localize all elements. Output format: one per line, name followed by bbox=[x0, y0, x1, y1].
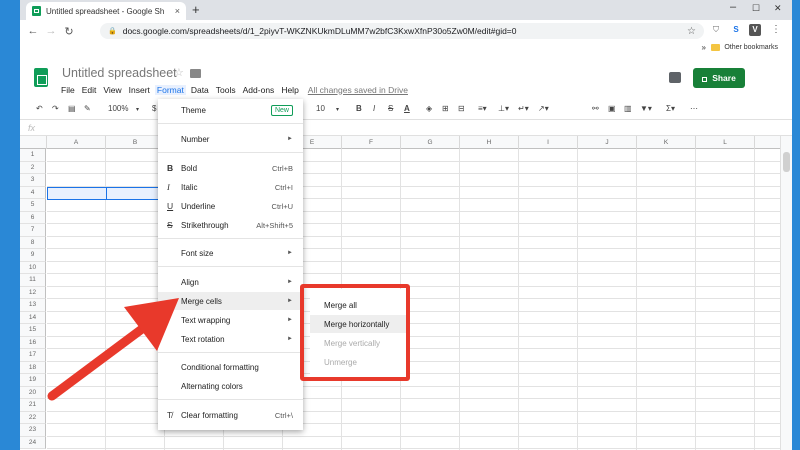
arrow-shaft bbox=[47, 321, 151, 401]
arrow-head bbox=[124, 298, 179, 351]
annotation-arrow bbox=[47, 298, 179, 401]
